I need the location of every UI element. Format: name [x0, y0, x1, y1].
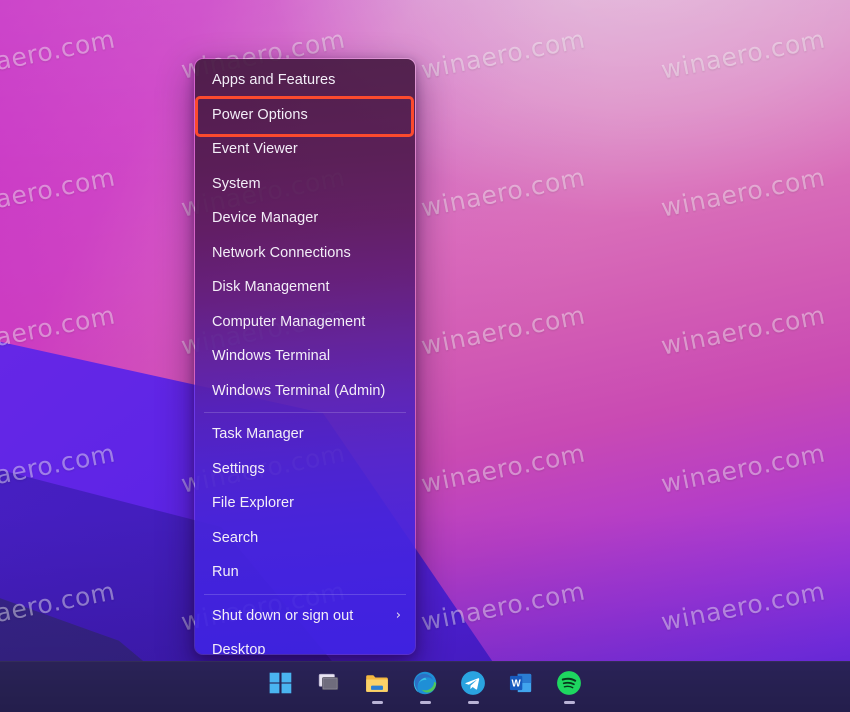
menu-separator — [204, 593, 406, 595]
telegram-icon — [460, 670, 486, 696]
menu-item-label: Windows Terminal (Admin) — [212, 382, 386, 399]
menu-item-label: Windows Terminal — [212, 348, 331, 364]
menu-item-label: System — [212, 175, 261, 192]
desktop-screen: winaero.com winaero.com winaero.com winaero… — [0, 0, 850, 712]
menu-item-apps-and-features[interactable]: Apps and Features — [195, 63, 415, 98]
wallpaper-vignette — [0, 0, 850, 712]
file-explorer-button[interactable] — [360, 666, 394, 708]
menu-item-label: Settings — [212, 460, 265, 477]
menu-item-task-manager[interactable]: Task Manager — [195, 417, 415, 452]
menu-item-label: Shut down or sign out — [212, 607, 354, 624]
start-button[interactable] — [264, 666, 298, 708]
winx-context-menu[interactable]: Apps and Features Power Options Event View… — [194, 58, 416, 655]
taskbar-icon-group: W — [0, 662, 850, 712]
word-button[interactable]: W — [504, 666, 538, 708]
telegram-button[interactable] — [456, 666, 490, 708]
running-indicator — [467, 701, 479, 704]
taskbar[interactable]: W — [0, 661, 850, 712]
menu-item-label: Event Viewer — [212, 141, 298, 157]
menu-item-label: Computer Management — [212, 313, 366, 330]
menu-item-file-explorer[interactable]: File Explorer — [195, 486, 415, 521]
running-indicator — [371, 701, 383, 704]
menu-item-label: Apps and Features — [212, 72, 336, 88]
running-indicator — [419, 701, 431, 704]
edge-button[interactable] — [408, 666, 442, 708]
menu-item-label: File Explorer — [212, 495, 295, 511]
menu-item-label: Desktop — [212, 642, 266, 655]
windows-logo-icon — [268, 670, 294, 696]
spotify-button[interactable] — [552, 666, 586, 708]
menu-item-system[interactable]: System — [195, 167, 415, 202]
menu-item-windows-terminal-admin[interactable]: Windows Terminal (Admin) — [195, 374, 415, 409]
menu-item-windows-terminal[interactable]: Windows Terminal — [195, 339, 415, 374]
chevron-right-icon: › — [395, 608, 401, 624]
menu-item-desktop[interactable]: Desktop — [195, 633, 415, 655]
menu-item-settings[interactable]: Settings — [195, 452, 415, 487]
menu-separator — [204, 412, 406, 413]
menu-item-power-options[interactable]: Power Options — [195, 98, 415, 133]
menu-item-search[interactable]: Search — [195, 521, 415, 556]
menu-item-label: Disk Management — [212, 279, 330, 295]
spotify-icon — [556, 670, 582, 696]
menu-item-network-connections[interactable]: Network Connections — [195, 236, 415, 271]
menu-item-label: Network Connections — [212, 244, 351, 261]
menu-item-device-manager[interactable]: Device Manager — [195, 201, 415, 236]
menu-item-label: Power Options — [212, 106, 308, 123]
word-icon: W — [508, 670, 534, 696]
edge-icon — [412, 670, 438, 696]
menu-item-computer-management[interactable]: Computer Management — [195, 305, 415, 340]
svg-text:W: W — [512, 679, 522, 690]
menu-item-label: Run — [212, 564, 239, 580]
menu-item-event-viewer[interactable]: Event Viewer — [195, 132, 415, 167]
menu-item-list: Apps and Features Power Options Event View… — [195, 59, 415, 654]
menu-item-shut-down-or-sign-out[interactable]: Shut down or sign out › — [195, 599, 415, 634]
task-view-icon — [316, 670, 342, 696]
folder-icon — [364, 670, 390, 696]
menu-item-run[interactable]: Run — [195, 555, 415, 590]
task-view-button[interactable] — [312, 666, 346, 708]
menu-item-disk-management[interactable]: Disk Management — [195, 270, 415, 305]
menu-item-label: Task Manager — [212, 426, 304, 442]
running-indicator — [563, 701, 575, 704]
menu-item-label: Search — [212, 529, 259, 546]
menu-item-label: Device Manager — [212, 210, 319, 226]
